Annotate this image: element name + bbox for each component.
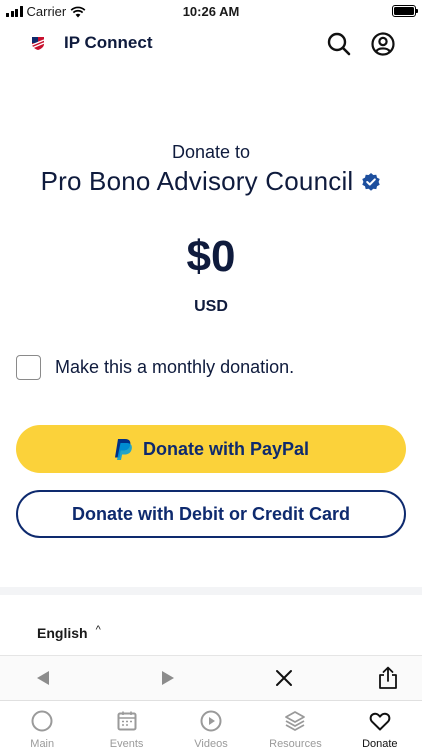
section-divider <box>0 587 422 595</box>
donate-card-button[interactable]: Donate with Debit or Credit Card <box>16 490 406 538</box>
back-button[interactable] <box>31 666 55 690</box>
user-circle-icon[interactable] <box>370 31 396 57</box>
donation-amount[interactable]: $0 <box>0 232 422 282</box>
chevron-up-icon: ^ <box>95 624 101 636</box>
tab-label: Resources <box>269 738 322 750</box>
tab-label: Main <box>30 738 55 750</box>
share-icon <box>379 666 397 689</box>
tab-label: Videos <box>194 738 228 750</box>
paypal-icon <box>114 439 132 460</box>
layers-icon <box>285 711 306 731</box>
tab-events[interactable]: Events <box>84 701 168 750</box>
org-name: Pro Bono Advisory Council <box>40 166 354 196</box>
donate-to-label: Donate to <box>171 142 251 162</box>
paypal-button-label: Donate with PayPal <box>142 438 310 459</box>
monthly-checkbox[interactable] <box>16 355 41 380</box>
card-button-label: Donate with Debit or Credit Card <box>71 503 350 524</box>
battery-icon <box>392 5 418 17</box>
language-selector[interactable]: English ^ <box>37 624 101 641</box>
tab-donate[interactable]: Donate <box>338 701 422 750</box>
currency-label: USD <box>194 298 228 315</box>
forward-arrow-icon <box>162 671 174 685</box>
verified-badge-icon <box>362 172 381 191</box>
heart-icon <box>369 712 391 731</box>
close-button[interactable] <box>272 666 296 690</box>
status-time: 10:26 AM <box>182 4 240 19</box>
tab-label: Donate <box>362 738 398 750</box>
forward-button[interactable] <box>156 666 180 690</box>
circle-icon <box>31 710 53 732</box>
app-title: IP Connect <box>64 33 153 52</box>
play-circle-icon <box>200 710 222 732</box>
tab-videos[interactable]: Videos <box>169 701 253 750</box>
org-title-row: Pro Bono Advisory Council <box>0 166 422 197</box>
back-arrow-icon <box>37 671 49 685</box>
close-icon <box>276 670 292 686</box>
tab-resources[interactable]: Resources <box>253 701 337 750</box>
browser-toolbar <box>0 655 422 700</box>
share-button[interactable] <box>376 666 400 690</box>
status-bar: Carrier 10:26 AM <box>0 0 422 24</box>
monthly-donation-option[interactable]: Make this a monthly donation. <box>16 355 294 380</box>
search-icon[interactable] <box>326 31 352 57</box>
tab-main[interactable]: Main <box>0 701 84 750</box>
tab-label: Events <box>109 738 144 750</box>
app-header: IP Connect <box>0 24 422 64</box>
flag-shield-icon <box>31 37 45 50</box>
calendar-icon <box>117 711 137 731</box>
monthly-label: Make this a monthly donation. <box>55 357 295 377</box>
language-label: English <box>37 625 88 641</box>
tab-bar: Main Events Videos Resources Donate <box>0 700 422 750</box>
donate-paypal-button[interactable]: Donate with PayPal <box>16 425 406 473</box>
